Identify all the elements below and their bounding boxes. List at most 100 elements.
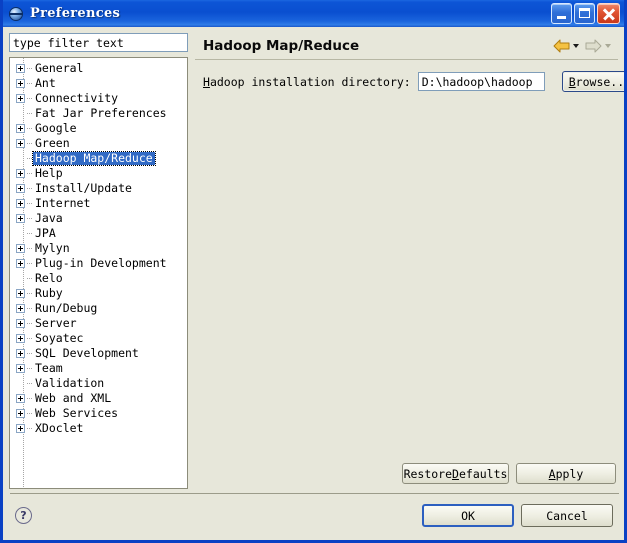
tree-item-label: Internet [35, 196, 91, 210]
expand-icon[interactable] [16, 244, 25, 253]
tree-item-label: Plug-in Development [35, 256, 167, 270]
tree-connector [27, 233, 32, 234]
tree-item-label: Validation [35, 376, 105, 390]
tree-item-hadoop-map-reduce[interactable]: Hadoop Map/Reduce [10, 151, 187, 166]
ok-button[interactable]: OK [422, 504, 514, 527]
tree-connector [27, 143, 32, 144]
tree-item-label: Green [35, 136, 70, 150]
tree-connector [27, 383, 32, 384]
page-header: Hadoop Map/Reduce [195, 33, 618, 58]
tree-item-label: Install/Update [35, 181, 132, 195]
tree-item-install-update[interactable]: Install/Update [10, 181, 187, 196]
tree-item-label: Run/Debug [35, 301, 98, 315]
tree-item-team[interactable]: Team [10, 361, 187, 376]
tree-connector [27, 428, 32, 429]
tree-item-green[interactable]: Green [10, 136, 187, 151]
tree-item-run-debug[interactable]: Run/Debug [10, 301, 187, 316]
expand-icon[interactable] [16, 184, 25, 193]
tree-item-connectivity[interactable]: Connectivity [10, 91, 187, 106]
expand-icon[interactable] [16, 289, 25, 298]
tree-item-xdoclet[interactable]: XDoclet [10, 421, 187, 436]
tree-item-label: JPA [35, 226, 56, 240]
maximize-button[interactable] [574, 3, 595, 24]
apply-button[interactable]: Apply [516, 463, 616, 484]
left-column: GeneralAntConnectivityFat Jar Preference… [9, 33, 188, 489]
restore-defaults-button[interactable]: Restore Defaults [402, 463, 509, 484]
close-button[interactable] [597, 3, 620, 24]
expand-icon[interactable] [16, 334, 25, 343]
tree-item-sql-development[interactable]: SQL Development [10, 346, 187, 361]
expand-icon[interactable] [16, 304, 25, 313]
expand-icon[interactable] [16, 199, 25, 208]
tree-item-label: Web Services [35, 406, 119, 420]
dialog-body: GeneralAntConnectivityFat Jar Preference… [3, 27, 624, 494]
cancel-button[interactable]: Cancel [521, 504, 613, 527]
preferences-tree[interactable]: General Ant Connectivity Fat Jar Preference… [9, 57, 188, 489]
expand-icon[interactable] [16, 349, 25, 358]
browse-button[interactable]: Browse... [561, 71, 624, 92]
filter-input[interactable] [9, 33, 188, 52]
tree-item-server[interactable]: Server [10, 316, 187, 331]
page-footer: Restore Defaults Apply [195, 463, 618, 489]
restore-rest: efaults [458, 466, 508, 481]
back-dropdown-icon[interactable] [573, 43, 579, 48]
tree-item-web-services[interactable]: Web Services [10, 406, 187, 421]
tree-item-label: General [35, 61, 84, 75]
expand-icon[interactable] [16, 139, 25, 148]
tree-item-ant[interactable]: Ant [10, 76, 187, 91]
tree-item-mylyn[interactable]: Mylyn [10, 241, 187, 256]
expand-icon[interactable] [16, 364, 25, 373]
expand-icon[interactable] [16, 94, 25, 103]
tree-item-label: Hadoop Map/Reduce [32, 151, 156, 166]
apply-rest: pply [555, 466, 584, 481]
expand-icon[interactable] [16, 64, 25, 73]
tree-connector [27, 188, 32, 189]
tree-connector [27, 128, 32, 129]
tree-item-web-and-xml[interactable]: Web and XML [10, 391, 187, 406]
tree-item-help[interactable]: Help [10, 166, 187, 181]
tree-item-label: Ant [35, 76, 56, 90]
tree-connector [27, 398, 32, 399]
tree-item-jpa[interactable]: JPA [10, 226, 187, 241]
page-title: Hadoop Map/Reduce [203, 37, 360, 54]
minimize-button[interactable] [551, 3, 572, 24]
expand-icon[interactable] [16, 424, 25, 433]
help-question-icon[interactable]: ? [15, 507, 32, 524]
tree-item-soyatec[interactable]: Soyatec [10, 331, 187, 346]
title-bar[interactable]: Preferences [3, 0, 624, 27]
expand-icon[interactable] [16, 79, 25, 88]
expand-icon[interactable] [16, 214, 25, 223]
restore-prefix: Restore [403, 466, 453, 481]
expand-icon[interactable] [16, 124, 25, 133]
tree-connector [27, 68, 32, 69]
tree-connector [27, 173, 32, 174]
expand-icon[interactable] [16, 319, 25, 328]
label-rest: adoop installation directory: [209, 74, 411, 89]
hadoop-directory-input[interactable] [417, 72, 545, 91]
tree-item-google[interactable]: Google [10, 121, 187, 136]
expand-icon[interactable] [16, 409, 25, 418]
tree-item-label: Connectivity [35, 91, 119, 105]
tree-item-ruby[interactable]: Ruby [10, 286, 187, 301]
expand-icon[interactable] [16, 169, 25, 178]
forward-dropdown-icon [605, 43, 611, 48]
tree-connector [27, 278, 32, 279]
right-column: Hadoop Map/Reduce Hadoop installation di… [195, 33, 624, 489]
tree-item-internet[interactable]: Internet [10, 196, 187, 211]
tree-item-java[interactable]: Java [10, 211, 187, 226]
body-separator [10, 493, 619, 494]
tree-item-label: Server [35, 316, 77, 330]
tree-item-label: Mylyn [35, 241, 70, 255]
tree-item-plug-in-development[interactable]: Plug-in Development [10, 256, 187, 271]
tree-connector [27, 323, 32, 324]
expand-icon[interactable] [16, 394, 25, 403]
tree-item-validation[interactable]: Validation [10, 376, 187, 391]
expand-icon[interactable] [16, 259, 25, 268]
tree-item-relo[interactable]: Relo [10, 271, 187, 286]
tree-item-general[interactable]: General [10, 61, 187, 76]
tree-item-fat-jar-preferences[interactable]: Fat Jar Preferences [10, 106, 187, 121]
tree-item-label: Web and XML [35, 391, 112, 405]
back-arrow-icon[interactable] [553, 39, 570, 53]
